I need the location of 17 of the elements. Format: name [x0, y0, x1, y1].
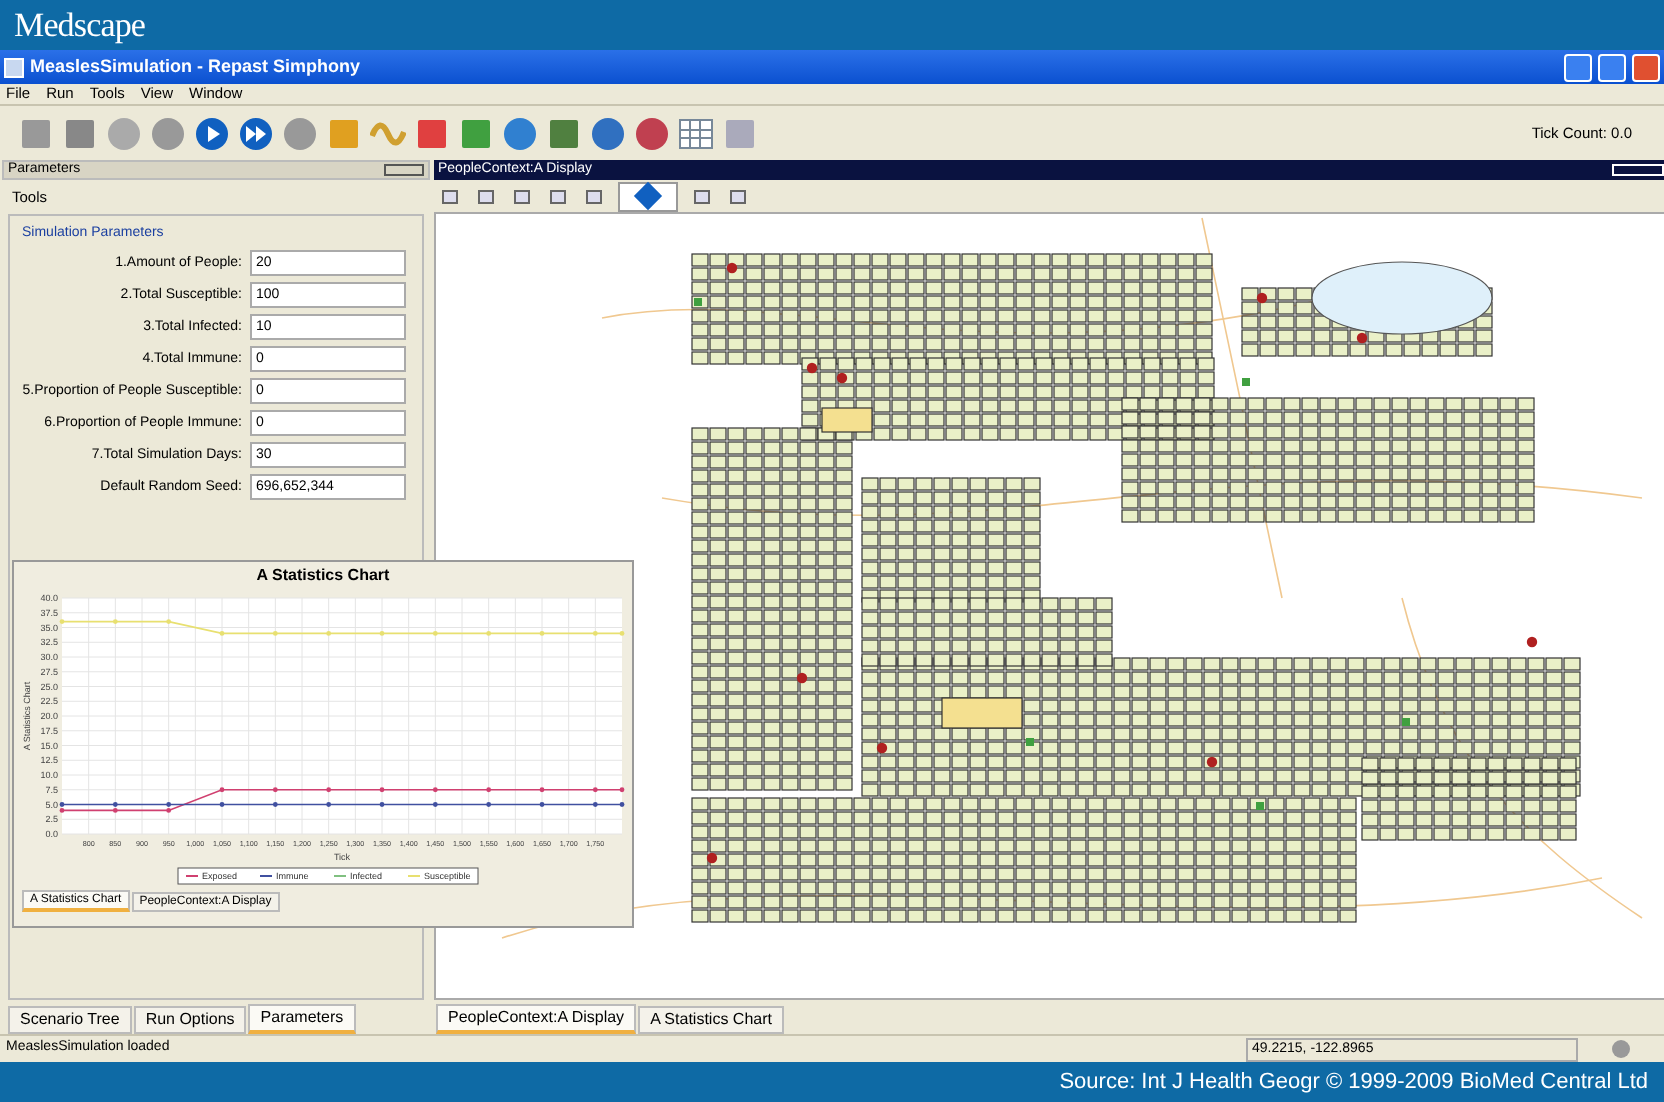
app-icon	[4, 57, 24, 77]
brand-logo: Medscape	[14, 3, 146, 48]
tab[interactable]: PeopleContext:A Display	[436, 1004, 637, 1034]
maximize-button[interactable]	[1598, 53, 1626, 81]
chart-title: A Statistics Chart	[256, 564, 390, 586]
tab[interactable]: Run Options	[133, 1006, 247, 1034]
play-icon[interactable]	[192, 113, 232, 153]
table-icon[interactable]	[676, 113, 716, 153]
fast-forward-icon[interactable]	[236, 113, 276, 153]
tab[interactable]: Parameters	[248, 1004, 356, 1034]
minimize-button[interactable]	[1564, 53, 1592, 81]
source-credit: Source: Int J Health Geogr © 1999-2009 BioMed Central Ltd	[1059, 1067, 1648, 1098]
tab[interactable]: A Statistics Chart	[638, 1006, 784, 1034]
window-title: MeaslesSimulation - Repast Simphony	[30, 53, 361, 80]
close-button[interactable]	[1632, 53, 1660, 81]
tab[interactable]: Scenario Tree	[8, 1006, 132, 1034]
status-indicator-icon	[1612, 1040, 1630, 1058]
